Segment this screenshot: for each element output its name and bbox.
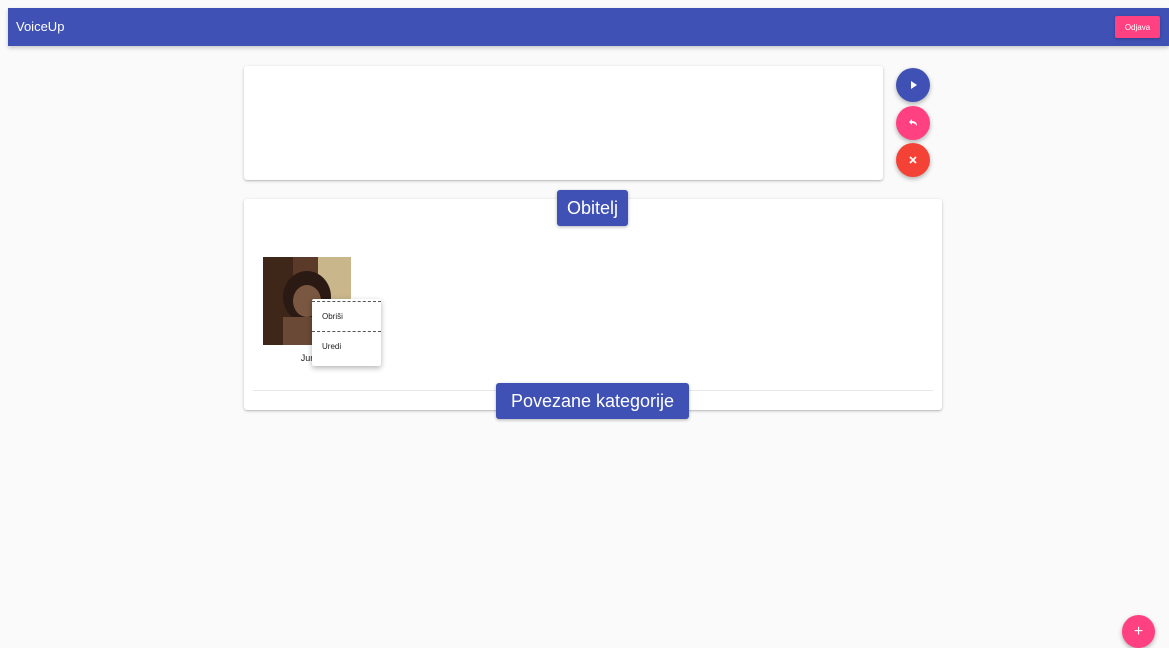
app-toolbar: VoiceUp Odjava — [8, 8, 1169, 46]
play-icon — [911, 81, 917, 89]
app-title: VoiceUp — [16, 19, 65, 34]
related-categories-title: Povezane kategorije — [496, 383, 689, 419]
category-title: Obitelj — [557, 190, 628, 226]
logout-button[interactable]: Odjava — [1115, 16, 1160, 38]
add-button[interactable]: + — [1122, 615, 1155, 648]
play-button[interactable] — [896, 68, 930, 102]
sentence-strip[interactable] — [244, 66, 883, 180]
context-menu: Obriši Uredi — [312, 299, 381, 366]
undo-icon — [909, 119, 917, 126]
clear-button[interactable] — [896, 143, 930, 177]
delete-menu-item[interactable]: Obriši — [312, 301, 381, 331]
close-icon — [909, 156, 917, 164]
undo-button[interactable] — [896, 106, 930, 140]
edit-menu-item[interactable]: Uredi — [312, 331, 381, 361]
